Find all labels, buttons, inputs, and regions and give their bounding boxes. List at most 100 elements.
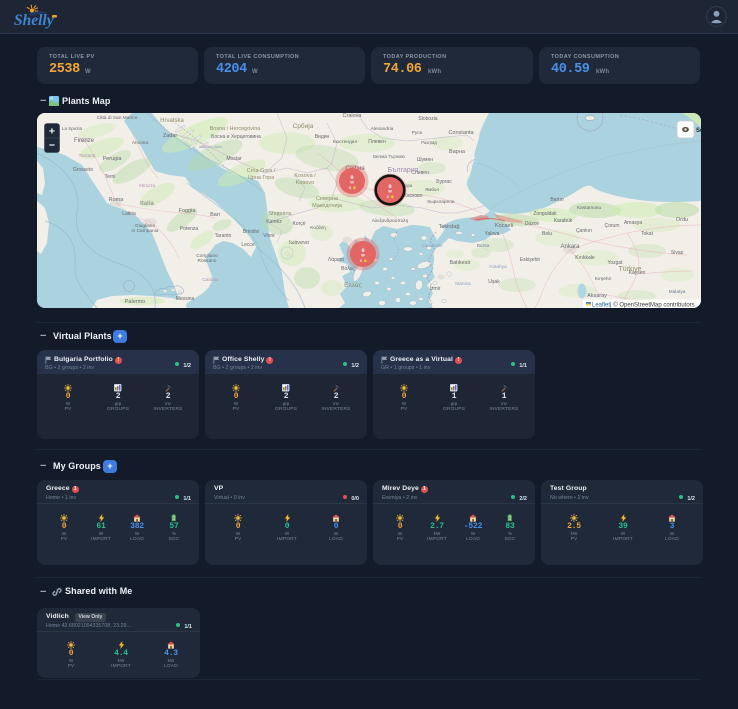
svg-text:Crna Gora /: Crna Gora / — [247, 168, 276, 174]
svg-text:Bosna i Hercegovina: Bosna i Hercegovina — [210, 126, 262, 132]
svg-text:Çanakkale: Çanakkale — [421, 243, 443, 248]
svg-text:Zonguldak: Zonguldak — [533, 211, 557, 217]
svg-text:La Spezia: La Spezia — [62, 126, 83, 131]
svg-text:Kütahya: Kütahya — [489, 264, 507, 270]
svg-text:Босна и Херцеговина: Босна и Херцеговина — [211, 134, 261, 140]
svg-text:Србија: Србија — [293, 122, 314, 130]
svg-text:Hrvatska: Hrvatska — [160, 118, 184, 124]
svg-text:3: 3 — [349, 186, 351, 190]
svg-text:Хасково: Хасково — [403, 193, 422, 199]
svg-text:Aksaray: Aksaray — [587, 293, 607, 299]
svg-text:Manisa: Manisa — [455, 281, 471, 287]
svg-text:Русе: Русе — [412, 130, 423, 136]
svg-text:Türkiye: Türkiye — [619, 266, 642, 273]
svg-text:Kosovo: Kosovo — [296, 180, 314, 186]
svg-text:Rossano: Rossano — [198, 258, 217, 264]
svg-text:Shqipëria: Shqipëria — [268, 211, 292, 217]
svg-text:Constanta: Constanta — [448, 130, 474, 136]
svg-text:Lecce: Lecce — [241, 242, 255, 248]
svg-text:Варна: Варна — [449, 149, 466, 155]
svg-text:Balıkesir: Balıkesir — [449, 260, 470, 266]
svg-text:Alexandria: Alexandria — [371, 126, 394, 132]
svg-text:| © OpenStreetMap contributors: | © OpenStreetMap contributors — [610, 302, 695, 309]
svg-text:Leaflet: Leaflet — [592, 303, 610, 309]
svg-text:Разград: Разград — [421, 140, 437, 145]
svg-text:Zadar: Zadar — [163, 133, 178, 139]
svg-text:Slobozia: Slobozia — [418, 116, 437, 122]
svg-text:Taranto: Taranto — [215, 233, 232, 239]
svg-text:Ямбол: Ямбол — [425, 187, 439, 192]
svg-text:Yalova: Yalova — [485, 231, 500, 237]
svg-text:Messina: Messina — [176, 296, 195, 302]
svg-text:Eskişehir: Eskişehir — [520, 257, 541, 263]
svg-text:Çankırı: Çankırı — [576, 228, 592, 234]
svg-text:Кыркларели: Кыркларели — [427, 199, 455, 205]
svg-text:Craiova: Craiova — [343, 113, 363, 119]
svg-text:Çorum: Çorum — [604, 223, 619, 229]
svg-text:Malatya: Malatya — [669, 289, 686, 295]
svg-text:Grosseto: Grosseto — [73, 167, 94, 173]
svg-text:Kastamonu: Kastamonu — [577, 205, 602, 211]
svg-text:W: W — [388, 190, 392, 194]
svg-text:Italia: Italia — [140, 201, 154, 207]
svg-text:Terni: Terni — [105, 174, 116, 180]
svg-text:Bari: Bari — [210, 212, 220, 218]
svg-text:Велико Търново: Велико Търново — [373, 154, 405, 159]
svg-text:Шумен: Шумен — [417, 157, 433, 163]
svg-text:Korçë: Korçë — [292, 221, 305, 227]
svg-text:Firenze: Firenze — [74, 138, 95, 144]
svg-text:Kamëz: Kamëz — [266, 219, 282, 225]
svg-text:Бургас: Бургас — [436, 179, 452, 185]
svg-text:Kırıkkale: Kırıkkale — [575, 255, 595, 261]
svg-text:in Campania: in Campania — [132, 228, 159, 234]
svg-text:Kırşehir: Kırşehir — [595, 276, 612, 282]
svg-text:Mostar: Mostar — [226, 156, 242, 162]
svg-text:Tekirdağ: Tekirdağ — [439, 224, 460, 230]
svg-text:Abruzzo: Abruzzo — [139, 183, 156, 188]
svg-text:Düzce: Düzce — [525, 221, 539, 227]
svg-text:Северна: Северна — [316, 196, 339, 202]
svg-text:Видин: Видин — [315, 134, 330, 140]
svg-text:Foggia: Foggia — [179, 208, 197, 214]
svg-text:Calabria: Calabria — [202, 277, 218, 282]
svg-text:Ordu: Ordu — [676, 217, 688, 223]
svg-text:−: − — [49, 140, 55, 152]
svg-text:Perugia: Perugia — [103, 156, 123, 162]
svg-text:Sivas: Sivas — [671, 250, 684, 256]
svg-text:Македонија: Македонија — [312, 203, 343, 209]
svg-text:Roma: Roma — [109, 197, 125, 203]
svg-text:Palermo: Palermo — [125, 299, 145, 305]
svg-text:Potenza: Potenza — [180, 226, 199, 232]
svg-text:Ankara: Ankara — [560, 244, 580, 250]
svg-text:Latina: Latina — [122, 211, 136, 217]
svg-text:Istarsko-dalm.: Istarsko-dalm. — [199, 145, 223, 149]
svg-text:Ελλάς: Ελλάς — [344, 281, 362, 289]
svg-text:Kosova /: Kosova / — [294, 173, 316, 179]
svg-text:Αλεξανδρούπολη: Αλεξανδρούπολη — [372, 217, 409, 224]
svg-text:Bursa: Bursa — [477, 243, 490, 249]
svg-text:Toscana: Toscana — [79, 153, 96, 158]
svg-text:Kocaeli: Kocaeli — [495, 223, 513, 229]
svg-text:W: W — [350, 181, 354, 185]
svg-text:Se: Se — [696, 128, 701, 134]
svg-text:Λάρισα: Λάρισα — [328, 256, 344, 263]
svg-text:България: България — [388, 167, 419, 174]
svg-text:Κοζάνη: Κοζάνη — [310, 224, 326, 231]
svg-text:Црна Гора: Црна Гора — [248, 175, 275, 181]
svg-text:Karabük: Karabük — [554, 218, 573, 224]
svg-text:2: 2 — [387, 195, 389, 199]
svg-text:Ιωάννινα: Ιωάννινα — [289, 239, 309, 246]
svg-text:Città di San Marino: Città di San Marino — [97, 115, 138, 121]
svg-text:Bolu: Bolu — [542, 231, 552, 237]
svg-text:0: 0 — [360, 259, 362, 263]
svg-text:Vlorë: Vlorë — [263, 233, 275, 239]
svg-text:Brindisi: Brindisi — [243, 229, 259, 235]
svg-text:+: + — [49, 126, 55, 138]
svg-text:Amasya: Amasya — [624, 220, 642, 226]
svg-text:W: W — [361, 254, 365, 258]
svg-text:Uşak: Uşak — [488, 279, 500, 285]
svg-text:Плевен: Плевен — [368, 139, 386, 145]
svg-text:Ancona: Ancona — [132, 140, 149, 146]
svg-text:Кюстендил: Кюстендил — [333, 139, 358, 145]
svg-text:Tokat: Tokat — [641, 231, 654, 237]
